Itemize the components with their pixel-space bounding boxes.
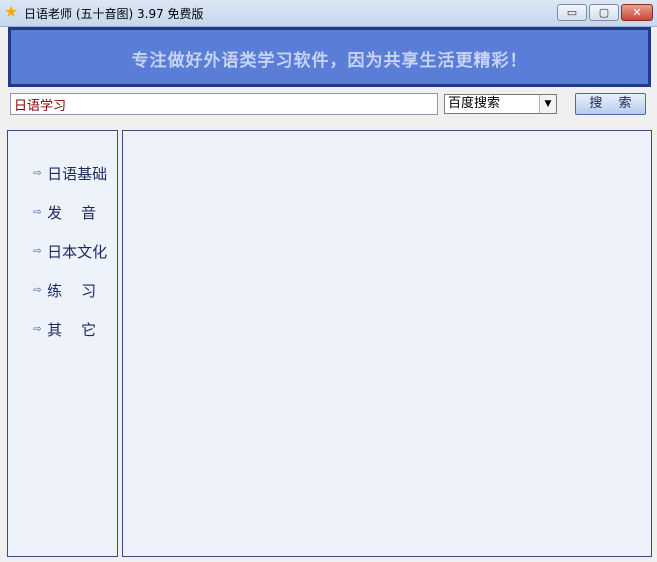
close-button[interactable]: ✕ xyxy=(621,4,653,21)
content-panel xyxy=(122,130,652,557)
star-icon: ★ xyxy=(4,2,19,21)
sidebar-item-pronunciation[interactable]: ⇨ 发 音 xyxy=(14,180,96,222)
sidebar: ⇨ 日语基础 ⇨ 发 音 ⇨ 日本文化 ⇨ 练 习 ⇨ 其 它 xyxy=(7,130,118,557)
minimize-button[interactable]: ▭ xyxy=(557,4,587,21)
banner: 专注做好外语类学习软件，因为共享生活更精彩！ xyxy=(8,27,651,87)
search-engine-selected: 百度搜索 xyxy=(448,96,501,111)
sidebar-item-practice[interactable]: ⇨ 练 习 xyxy=(14,258,96,300)
search-engine-select[interactable]: 百度搜索 ▼ xyxy=(444,94,557,114)
sidebar-item-other[interactable]: ⇨ 其 它 xyxy=(14,297,96,339)
window-title: 日语老师 (五十音图) 3.97 免费版 xyxy=(24,7,204,21)
banner-slogan: 专注做好外语类学习软件，因为共享生活更精彩！ xyxy=(131,51,528,71)
sidebar-item-basics[interactable]: ⇨ 日语基础 xyxy=(14,141,107,183)
sidebar-item-label: 其 它 xyxy=(47,321,97,339)
search-button[interactable]: 搜 索 xyxy=(575,93,646,115)
search-input[interactable] xyxy=(10,93,438,115)
arrow-right-icon: ⇨ xyxy=(33,324,42,335)
title-bar: ★ 日语老师 (五十音图) 3.97 免费版 ▭ ▢ ✕ xyxy=(0,0,657,27)
maximize-button[interactable]: ▢ xyxy=(589,4,619,21)
sidebar-item-culture[interactable]: ⇨ 日本文化 xyxy=(14,219,107,261)
chevron-down-icon[interactable]: ▼ xyxy=(539,95,556,113)
